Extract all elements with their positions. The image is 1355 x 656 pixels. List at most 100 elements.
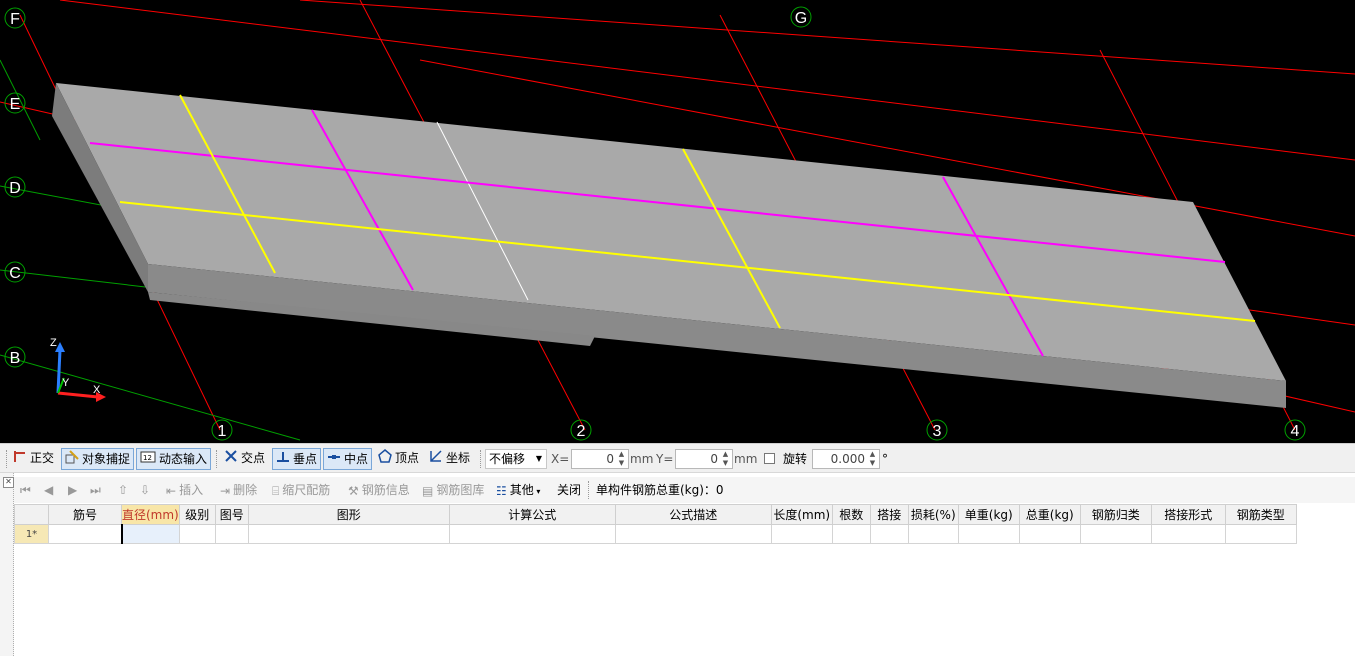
rebar-library-icon: ▤ [422,483,434,498]
table-cell[interactable] [957,524,1020,544]
scale-rebar-button[interactable]: ⌸ 缩尺配筋 [272,480,330,500]
spin-arrows-icon[interactable]: ▲ ▼ [867,450,878,468]
move-down-icon[interactable]: ⇩ [140,480,150,500]
column-header[interactable]: 根数 [831,504,871,525]
column-header[interactable]: 级别 [178,504,216,525]
other-menu-button[interactable]: ☷ 其他 ▾ [496,480,540,500]
table-cell[interactable] [48,524,122,544]
ortho-button[interactable]: 正交 [10,448,57,470]
perpendicular-icon [276,450,290,470]
degree-label: ° [882,452,888,466]
table-header-row: 筋号 直径(mm) 级别 图号 图形 计算公式 公式描述 长度(mm) 根数 搭… [14,504,1297,525]
perpendicular-button[interactable]: 垂点 [272,448,322,470]
slab[interactable] [52,83,1286,408]
table-cell[interactable] [448,524,616,544]
table-cell[interactable] [614,524,772,544]
toolbar-separator [588,481,590,499]
object-snap-button[interactable]: 对象捕捉 [61,448,135,470]
move-up-icon[interactable]: ⇧ [118,480,128,500]
column-header[interactable]: 长度(mm) [770,504,833,525]
offset-select[interactable]: 不偏移 ▼ [485,449,547,469]
close-button[interactable]: 关闭 [557,480,581,500]
column-header[interactable]: 钢筋类型 [1224,504,1297,525]
axis-label-d: D [9,180,21,197]
x-input[interactable]: 0 ▲ ▼ [571,449,629,469]
column-header[interactable]: 损耗(%) [907,504,959,525]
ortho-icon [13,449,27,469]
model-canvas[interactable]: F E D C B G 1 2 3 4 Z Y X [0,0,1355,443]
dynamic-input-button[interactable]: 12 动态输入 [136,448,212,470]
column-header[interactable]: 总重(kg) [1018,504,1081,525]
3d-viewport[interactable]: F E D C B G 1 2 3 4 Z Y X [0,0,1355,443]
spin-arrows-icon[interactable]: ▲ ▼ [616,450,627,468]
table-cell[interactable] [869,524,909,544]
column-header[interactable]: 图形 [247,504,450,525]
rotate-input[interactable]: 0.000 ▲ ▼ [812,449,880,469]
x-unit: mm [630,452,654,466]
table-cell[interactable] [831,524,871,544]
rebar-library-button[interactable]: ▤ 钢筋图库 [422,480,484,500]
row-number[interactable]: 1* [14,524,49,544]
table-cell[interactable] [247,524,450,544]
intersection-button[interactable]: 交点 [221,448,268,470]
table-cell[interactable] [1150,524,1226,544]
triad-x-label: X [93,384,101,396]
midpoint-icon [327,450,341,470]
table-row[interactable]: 1* [14,524,1297,544]
coordinate-button[interactable]: 坐标 [426,448,473,470]
panel-left-strip [0,473,14,656]
axis-label-e: E [10,96,21,113]
scale-rebar-icon: ⌸ [272,483,280,498]
column-header[interactable]: 计算公式 [448,504,616,525]
axis-label-g: G [795,10,807,27]
last-record-icon[interactable]: ⏭ [90,480,101,500]
first-record-icon[interactable]: ⏮ [20,480,31,500]
chevron-down-icon: ▼ [535,454,542,463]
row-number-header [14,504,49,525]
column-header[interactable]: 图号 [214,504,249,525]
delete-icon: ⇥ [220,483,231,498]
coordinate-triad: Z Y X [50,337,106,402]
table-cell[interactable] [1079,524,1152,544]
delete-button[interactable]: ⇥ 删除 [220,480,257,500]
table-cell[interactable] [770,524,833,544]
table-cell[interactable] [1018,524,1081,544]
other-menu-icon: ☷ [496,483,507,498]
table-cell-selected[interactable] [120,524,180,544]
triad-y-label: Y [62,377,70,389]
column-header[interactable]: 搭接 [869,504,909,525]
next-record-icon[interactable]: ▶ [68,480,77,500]
table-cell[interactable] [1224,524,1297,544]
rebar-info-button[interactable]: ⚒ 钢筋信息 [348,480,410,500]
midpoint-button[interactable]: 中点 [323,448,373,470]
insert-icon: ⇤ [166,483,177,498]
column-header[interactable]: 筋号 [48,504,122,525]
snap-toolbar: 正交 对象捕捉 12 动态输入 交点 垂点 中点 顶点 坐标 不偏移 ▼ X= 0… [0,443,1355,473]
table-cell[interactable] [178,524,216,544]
column-header[interactable]: 钢筋归类 [1079,504,1152,525]
y-input[interactable]: 0 ▲ ▼ [675,449,733,469]
rotate-checkbox[interactable] [764,453,775,464]
column-header[interactable]: 搭接形式 [1150,504,1226,525]
other-menu-label: 其他 [509,483,534,497]
toolbar-grip [6,450,8,468]
axis-label-1: 1 [218,423,227,440]
table-cell[interactable] [907,524,959,544]
dynamic-input-icon: 12 [140,450,156,470]
table-cell[interactable] [214,524,249,544]
axis-label-c: C [9,265,21,282]
total-weight-label: 单构件钢筋总重(kg)：0 [596,483,724,497]
rebar-info-label: 钢筋信息 [361,483,410,497]
prev-record-icon[interactable]: ◀ [44,480,53,500]
spin-arrows-icon[interactable]: ▲ ▼ [720,450,731,468]
insert-button[interactable]: ⇤ 插入 [166,480,203,500]
perpendicular-label: 垂点 [293,452,318,466]
y-unit: mm [734,452,758,466]
column-header[interactable]: 公式描述 [614,504,772,525]
offset-select-value: 不偏移 [489,452,526,466]
rebar-library-label: 钢筋图库 [436,483,485,497]
close-icon[interactable]: ✕ [3,477,14,488]
vertex-button[interactable]: 顶点 [375,448,422,470]
column-header[interactable]: 直径(mm) [121,504,180,525]
column-header[interactable]: 单重(kg) [957,504,1020,525]
